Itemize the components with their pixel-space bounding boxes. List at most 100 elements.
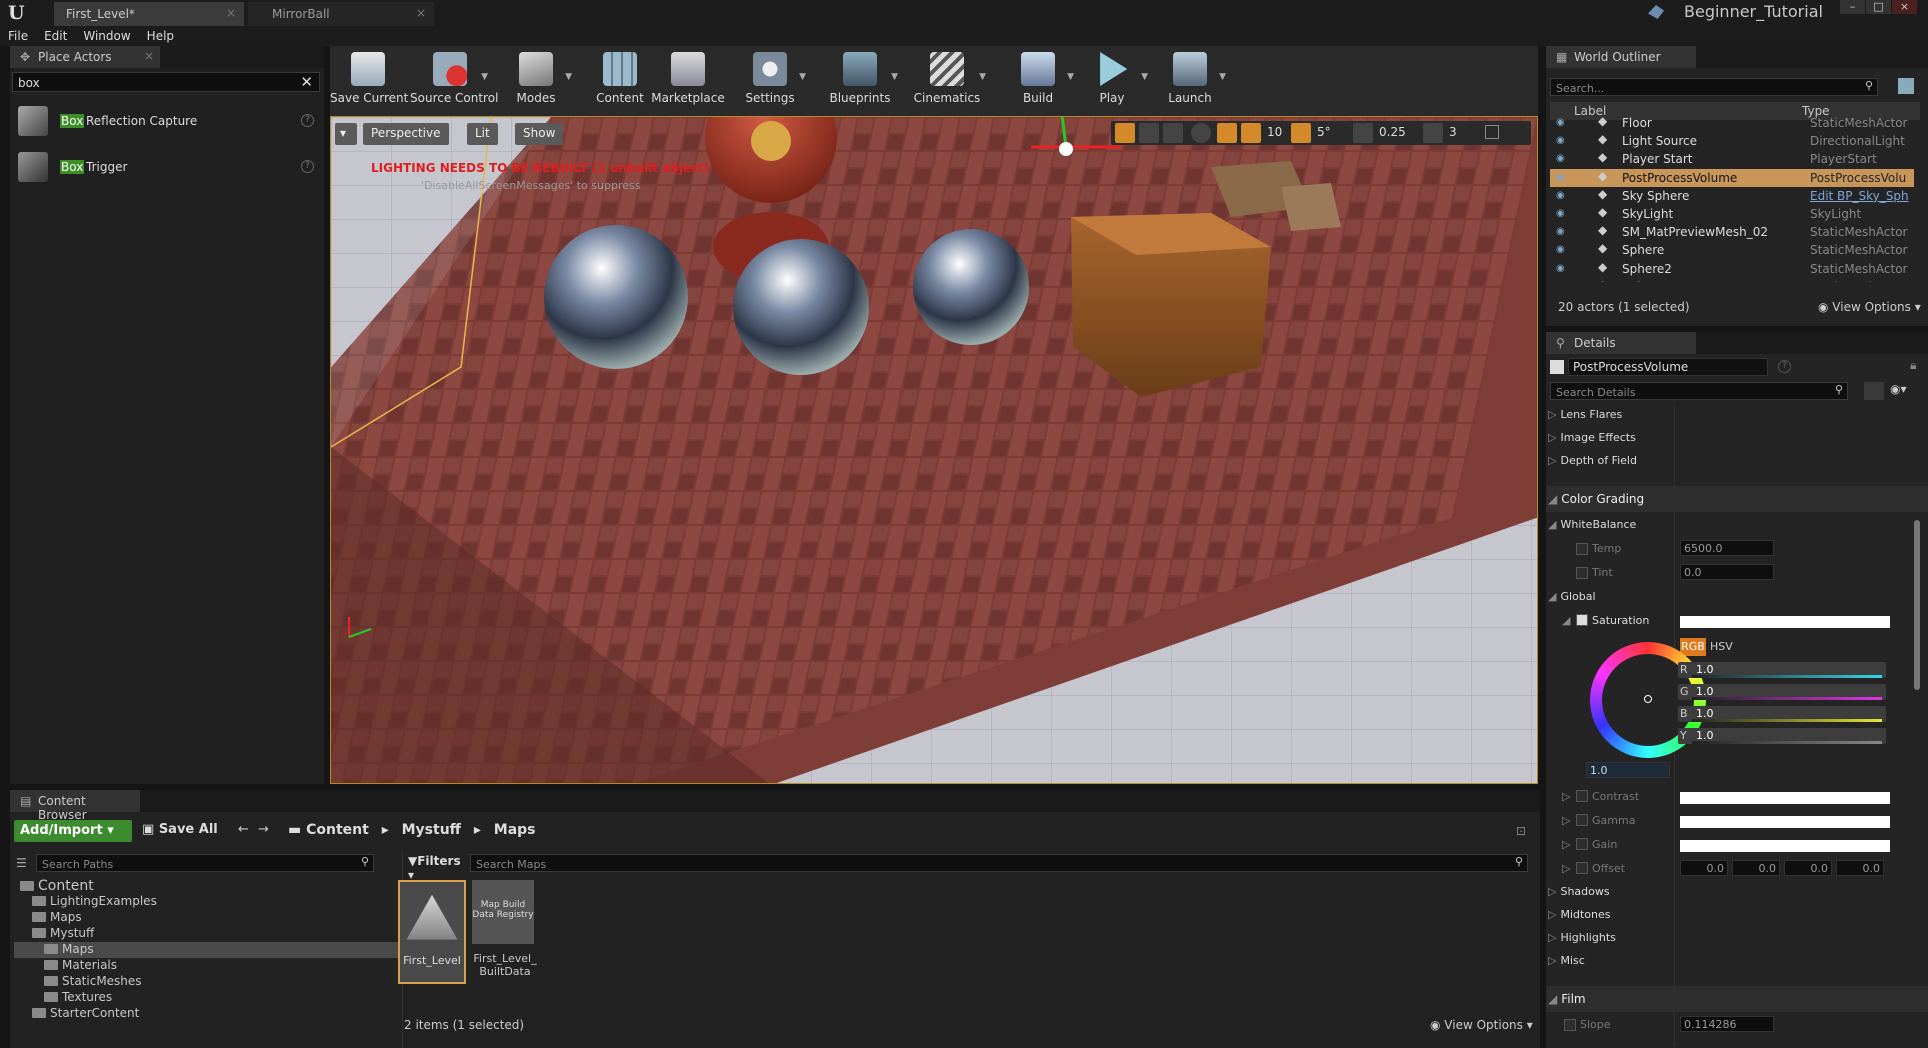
folder-tree-item[interactable]: Textures (14, 990, 398, 1006)
visibility-eye-icon[interactable]: ◉ (1556, 244, 1565, 255)
group-midtones[interactable]: ▷ Midtones (1548, 908, 1611, 921)
visibility-eye-icon[interactable]: ◉ (1556, 190, 1565, 201)
tab-mirrorball[interactable]: MirrorBall × (248, 2, 434, 26)
rotation-snap-icon[interactable] (1291, 123, 1311, 143)
gain-checkbox[interactable] (1576, 838, 1588, 850)
help-icon[interactable]: ? (1778, 360, 1791, 373)
slope-checkbox[interactable] (1564, 1019, 1576, 1031)
asset-first-level-builtdata[interactable]: Map Build Data Registry First_Level_ Bui… (472, 880, 538, 984)
outliner-row[interactable]: ◉ ◆ Sphere StaticMeshActor (1550, 241, 1914, 259)
eye-icon[interactable]: ◉▾ (1890, 382, 1907, 396)
camera-speed-value[interactable]: 3 (1449, 125, 1457, 139)
offset-b-field[interactable]: 0.0 (1784, 860, 1832, 876)
breadcrumb-maps[interactable]: Maps (494, 822, 536, 838)
visibility-eye-icon[interactable]: ◉ (1556, 135, 1565, 146)
close-icon[interactable]: × (416, 6, 426, 20)
offset-a-field[interactable]: 0.0 (1836, 860, 1884, 876)
cinematics-button[interactable]: Cinematics ▼ (906, 46, 988, 116)
chevron-down-icon[interactable]: ▼ (565, 72, 572, 82)
wheel-cursor[interactable] (1644, 695, 1652, 703)
forward-button[interactable]: → (258, 822, 269, 837)
actor-item-box-reflection-capture[interactable]: Box Reflection Capture ? (10, 102, 324, 144)
saturation-row[interactable]: ◢ (1562, 614, 1574, 627)
contrast-checkbox[interactable] (1576, 790, 1588, 802)
asset-first-level[interactable]: First_Level (398, 880, 466, 984)
search-maps-field[interactable]: Search Maps ⚲ (470, 854, 1528, 872)
contrast-row[interactable]: ▷ (1562, 790, 1574, 803)
tint-checkbox[interactable] (1576, 567, 1588, 579)
rgb-mode-button[interactable]: RGB (1680, 638, 1706, 656)
slope-field[interactable]: 0.114286 (1680, 1016, 1774, 1032)
details-tab[interactable]: ⚲ Details (1546, 332, 1696, 354)
outliner-row[interactable]: ◉ ◆ Sphere3 StaticMeshActor (1550, 278, 1914, 282)
help-icon[interactable]: ? (301, 114, 314, 127)
actor-item-box-trigger[interactable]: Box Trigger ? (10, 148, 324, 190)
tab-first-level[interactable]: First_Level* × (54, 2, 244, 26)
blueprints-button[interactable]: Blueprints ▼ (820, 46, 900, 116)
feedback-icon[interactable] (1648, 5, 1664, 19)
outliner-row[interactable]: ◉ ◆ Light Source DirectionalLight (1550, 132, 1914, 150)
add-import-button[interactable]: Add/Import ▾ (14, 820, 132, 842)
visibility-eye-icon[interactable]: ◉ (1556, 263, 1565, 274)
chevron-down-icon[interactable]: ▼ (799, 72, 806, 82)
world-outliner-tab[interactable]: ▦ World Outliner (1546, 46, 1696, 68)
offset-g-field[interactable]: 0.0 (1732, 860, 1780, 876)
hsv-mode-button[interactable]: HSV (1710, 640, 1733, 653)
group-white-balance[interactable]: ◢ WhiteBalance (1548, 518, 1636, 531)
world-local-icon[interactable] (1191, 123, 1211, 143)
section-film[interactable]: ◢ Film (1548, 992, 1586, 1006)
visibility-eye-icon[interactable]: ◉ (1556, 281, 1565, 282)
offset-row[interactable]: ▷ (1562, 862, 1574, 875)
help-icon[interactable]: ? (301, 160, 314, 173)
outliner-row[interactable]: ◉ ◆ SkyLight SkyLight (1550, 205, 1914, 223)
save-current-button[interactable]: Save Current (330, 46, 408, 116)
menu-file[interactable]: File (0, 26, 36, 43)
play-button[interactable]: Play ▼ (1074, 46, 1150, 116)
menu-edit[interactable]: Edit (36, 26, 75, 43)
folder-tree-item[interactable]: StaticMeshes (14, 974, 398, 990)
maximize-button[interactable]: □ (1866, 0, 1891, 14)
channel-slider-g[interactable]: G 1.0 (1678, 684, 1886, 700)
folder-tree-item[interactable]: Maps (14, 942, 398, 958)
translate-mode-icon[interactable] (1115, 123, 1135, 143)
chevron-down-icon[interactable]: ▼ (1067, 72, 1074, 82)
sources-toggle-icon[interactable]: ☰ (16, 856, 27, 870)
menu-window[interactable]: Window (75, 26, 138, 43)
gamma-swatch[interactable] (1680, 816, 1890, 828)
channel-slider-b[interactable]: B 1.0 (1678, 706, 1886, 722)
chevron-down-icon[interactable]: ▼ (481, 72, 488, 82)
saturation-checkbox[interactable] (1576, 614, 1588, 626)
offset-checkbox[interactable] (1576, 862, 1588, 874)
menu-help[interactable]: Help (139, 26, 182, 43)
folder-tree-item[interactable]: Content (14, 878, 398, 894)
perspective-button[interactable]: Perspective (363, 123, 449, 145)
marketplace-button[interactable]: Marketplace (650, 46, 726, 116)
folder-tree-item[interactable]: Maps (14, 910, 398, 926)
minimize-button[interactable]: – (1840, 0, 1865, 14)
outliner-row[interactable]: ◉ ◆ PostProcessVolume PostProcessVolu (1550, 168, 1914, 187)
outliner-row[interactable]: ◉ ◆ Player Start PlayerStart (1550, 150, 1914, 168)
visibility-eye-icon[interactable]: ◉ (1556, 172, 1565, 183)
contrast-swatch[interactable] (1680, 792, 1890, 804)
folder-tree-item[interactable]: Mystuff (14, 926, 398, 942)
scale-snap-icon[interactable] (1353, 123, 1373, 143)
back-button[interactable]: ← (238, 822, 249, 837)
rotation-snap-value[interactable]: 5° (1317, 125, 1331, 139)
build-button[interactable]: Build ▼ (1000, 46, 1076, 116)
temp-checkbox[interactable] (1576, 543, 1588, 555)
gain-row[interactable]: ▷ (1562, 838, 1574, 851)
launch-button[interactable]: Launch ▼ (1152, 46, 1228, 116)
details-search[interactable]: Search Details ⚲ (1550, 382, 1848, 400)
breadcrumb-mystuff[interactable]: Mystuff (402, 822, 461, 838)
actor-name-field[interactable]: PostProcessVolume (1568, 358, 1768, 376)
visibility-eye-icon[interactable]: ◉ (1556, 153, 1565, 164)
visibility-eye-icon[interactable]: ◉ (1556, 117, 1565, 128)
outliner-search[interactable]: Search... ⚲ (1550, 78, 1878, 96)
wheel-value-field[interactable]: 1.0 (1586, 762, 1670, 778)
chevron-down-icon[interactable]: ▼ (891, 72, 898, 82)
grid-snap-icon[interactable] (1241, 123, 1261, 143)
cb-view-options-button[interactable]: ◉ View Options ▾ (1430, 1018, 1533, 1032)
group-global[interactable]: ◢ Global (1548, 590, 1596, 603)
place-actors-search[interactable]: box ✕ (12, 72, 320, 92)
lock-icon[interactable]: ⊡ (1516, 824, 1526, 838)
